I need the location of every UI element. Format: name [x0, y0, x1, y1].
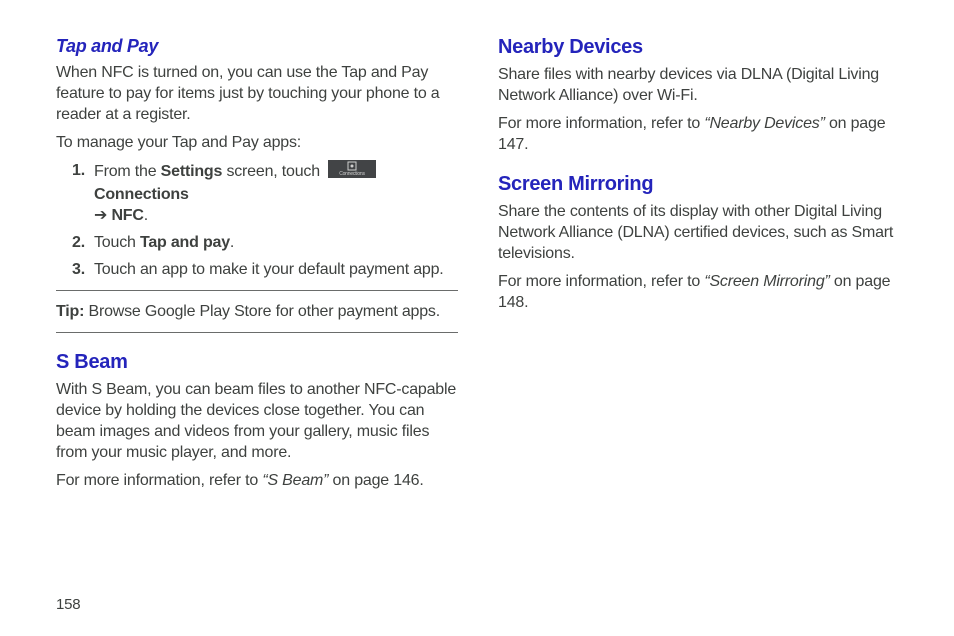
text: For more information, refer to: [56, 472, 262, 489]
section-screen-mirroring: Screen Mirroring Share the contents of i…: [498, 173, 900, 313]
list-number: 1.: [72, 160, 94, 181]
text: .: [144, 207, 148, 224]
section-s-beam: S Beam With S Beam, you can beam files t…: [56, 351, 458, 491]
heading-screen-mirroring: Screen Mirroring: [498, 173, 900, 196]
heading-tap-and-pay: Tap and Pay: [56, 36, 458, 57]
text-italic: “Nearby Devices”: [704, 115, 824, 132]
text: on page 146.: [328, 472, 423, 489]
connections-icon: Connections: [328, 160, 376, 184]
text: For more information, refer to: [498, 115, 704, 132]
paragraph: Share the contents of its display with o…: [498, 201, 900, 264]
tip: Tip: Browse Google Play Store for other …: [56, 301, 458, 322]
page-number: 158: [56, 596, 80, 613]
text-italic: “S Beam”: [262, 472, 328, 489]
text: For more information, refer to: [498, 273, 704, 290]
paragraph: For more information, refer to “S Beam” …: [56, 470, 458, 491]
arrow-icon: ➔: [94, 207, 111, 224]
section-nearby-devices: Nearby Devices Share files with nearby d…: [498, 36, 900, 155]
paragraph: For more information, refer to “Nearby D…: [498, 113, 900, 155]
text-bold: Connections: [94, 186, 189, 203]
paragraph: With S Beam, you can beam files to anoth…: [56, 379, 458, 463]
heading-s-beam: S Beam: [56, 351, 458, 374]
right-column: Nearby Devices Share files with nearby d…: [498, 36, 900, 509]
list-body: From the Settings screen, touch Connecti…: [94, 160, 458, 226]
svg-text:Connections: Connections: [339, 171, 365, 177]
text: From the: [94, 163, 161, 180]
list-number: 2.: [72, 232, 94, 253]
text: .: [230, 234, 234, 251]
paragraph: Share files with nearby devices via DLNA…: [498, 64, 900, 106]
ordered-list: 1. From the Settings screen, touch Conne…: [56, 160, 458, 280]
paragraph: To manage your Tap and Pay apps:: [56, 132, 458, 153]
left-column: Tap and Pay When NFC is turned on, you c…: [56, 36, 458, 509]
tip-body: Browse Google Play Store for other payme…: [84, 303, 440, 320]
list-item: 3. Touch an app to make it your default …: [72, 259, 458, 280]
list-number: 3.: [72, 259, 94, 280]
divider: [56, 290, 458, 291]
text-bold: Settings: [161, 163, 223, 180]
heading-nearby-devices: Nearby Devices: [498, 36, 900, 59]
text: Touch: [94, 234, 140, 251]
section-tap-and-pay: Tap and Pay When NFC is turned on, you c…: [56, 36, 458, 333]
paragraph: For more information, refer to “Screen M…: [498, 271, 900, 313]
text-bold: Tap and pay: [140, 234, 230, 251]
page-content: Tap and Pay When NFC is turned on, you c…: [0, 0, 954, 509]
divider: [56, 332, 458, 333]
text: screen, touch: [222, 163, 324, 180]
tip-label: Tip:: [56, 303, 84, 320]
paragraph: When NFC is turned on, you can use the T…: [56, 62, 458, 125]
list-body: Touch an app to make it your default pay…: [94, 259, 458, 280]
list-body: Touch Tap and pay.: [94, 232, 458, 253]
list-item: 2. Touch Tap and pay.: [72, 232, 458, 253]
text-bold: NFC: [111, 207, 143, 224]
text-italic: “Screen Mirroring”: [704, 273, 829, 290]
list-item: 1. From the Settings screen, touch Conne…: [72, 160, 458, 226]
